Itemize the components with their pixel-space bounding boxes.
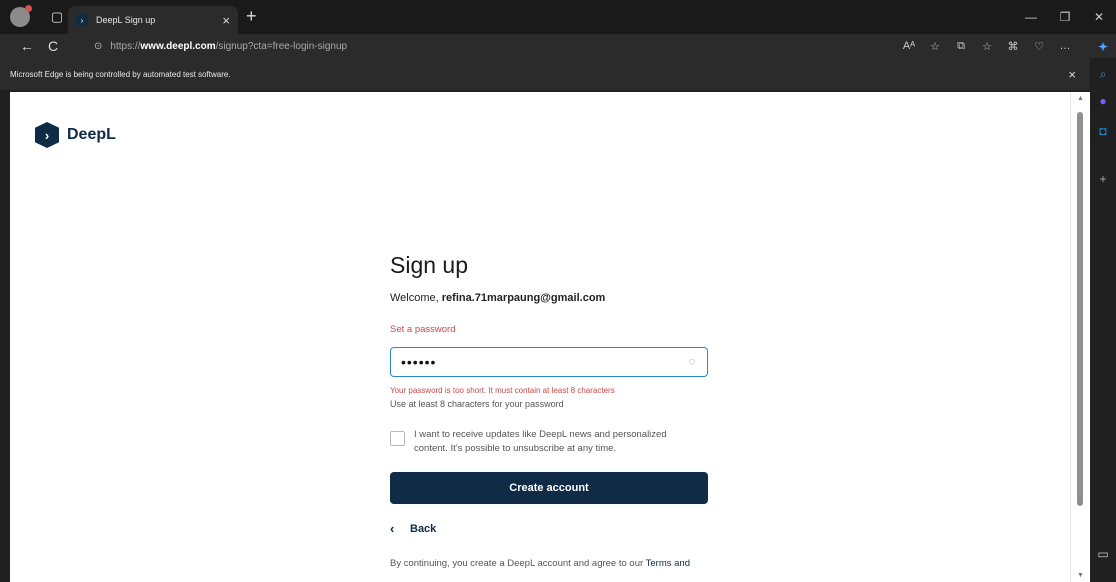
marketing-consent-row[interactable]: I want to receive updates like DeepL new… — [390, 428, 710, 456]
webpage: › DeepL Sign up Welcome, refina.71marpau… — [10, 92, 1070, 582]
restore-icon[interactable]: ❐ — [1048, 0, 1082, 34]
page-title: Sign up — [390, 252, 469, 278]
favorites-icon[interactable]: ☆ — [974, 40, 1000, 53]
tab-bar: ▢ › DeepL Sign up × + — ❐ ✕ — [0, 0, 1116, 34]
close-tab-icon[interactable]: × — [222, 13, 230, 28]
back-arrow-icon[interactable]: ← — [14, 34, 40, 58]
url-path: /signup?cta=free-login-signup — [215, 41, 348, 52]
address-bar[interactable]: ⊙ https://www.deepl.com/signup?cta=free-… — [84, 37, 926, 56]
refresh-icon[interactable]: C — [40, 34, 66, 58]
signup-form: Sign up Welcome, refina.71marpaung@gmail… — [390, 252, 710, 569]
welcome-message: Welcome, refina.71marpaung@gmail.com — [390, 292, 710, 304]
welcome-prefix: Welcome, — [390, 292, 439, 304]
sidebar-panel-icon[interactable]: ▭ — [1090, 543, 1116, 565]
back-label: Back — [410, 522, 437, 535]
browser-window: ▢ › DeepL Sign up × + — ❐ ✕ ← C ⊙ https:… — [0, 0, 1116, 582]
password-error: Your password is too short. It must cont… — [390, 386, 615, 395]
navigation-bar: ← C ⊙ https://www.deepl.com/signup?cta=f… — [0, 34, 1116, 58]
add-sidebar-item-icon[interactable]: + — [1090, 168, 1116, 190]
edge-sidebar: ✦ ⌕ ● ◘ + ▭ — [1090, 40, 1116, 582]
infobar-close-icon[interactable]: × — [1068, 67, 1076, 82]
back-link[interactable]: ‹ Back — [390, 521, 710, 536]
window-controls: — ❐ ✕ — [1014, 0, 1116, 34]
scroll-down-icon[interactable]: ▼ — [1077, 572, 1084, 579]
password-field[interactable]: •••••• ◌ — [390, 347, 708, 377]
outlook-icon[interactable]: ◘ — [1090, 120, 1116, 142]
browser-health-icon[interactable]: ♡ — [1026, 40, 1052, 53]
deepl-favicon-icon: › — [76, 14, 88, 26]
updates-checkbox[interactable] — [390, 431, 405, 446]
updates-checkbox-label[interactable]: I want to receive updates like DeepL new… — [414, 428, 699, 456]
tab-actions-icon[interactable]: ▢ — [46, 6, 68, 28]
sidebar-apps-icon[interactable]: ● — [1090, 90, 1116, 112]
brand-name: DeepL — [67, 126, 116, 143]
minimize-icon[interactable]: — — [1014, 0, 1048, 34]
deepl-logo-icon: › — [35, 122, 59, 148]
automation-infobar: Microsoft Edge is being controlled by au… — [0, 58, 1090, 90]
url-host: www.deepl.com — [140, 41, 216, 52]
profile-avatar[interactable] — [10, 5, 32, 27]
active-tab[interactable]: › DeepL Sign up × — [68, 6, 238, 34]
create-account-button[interactable]: Create account — [390, 472, 708, 504]
url-prefix: https:// — [110, 41, 141, 52]
sidebar-search-icon[interactable]: ⌕ — [1090, 63, 1116, 85]
terms-notice: By continuing, you create a DeepL accoun… — [390, 558, 710, 569]
infobar-message: Microsoft Edge is being controlled by au… — [10, 69, 231, 79]
vertical-scrollbar[interactable]: ▲ ▼ — [1070, 92, 1090, 582]
password-value: •••••• — [401, 354, 437, 370]
terms-prefix: By continuing, you create a DeepL accoun… — [390, 558, 644, 569]
collections-icon[interactable]: ⌘ — [1000, 40, 1026, 53]
new-tab-icon[interactable]: + — [246, 6, 257, 27]
site-info-icon[interactable]: ⊙ — [94, 41, 102, 52]
password-label: Set a password — [390, 324, 456, 335]
terms-link[interactable]: Terms and — [646, 558, 690, 569]
chevron-left-icon: ‹ — [390, 521, 395, 536]
user-email: refina.71marpaung@gmail.com — [441, 292, 606, 304]
read-aloud-icon[interactable]: Aᴬ — [896, 40, 922, 52]
url-text[interactable]: https://www.deepl.com/signup?cta=free-lo… — [110, 41, 347, 52]
tab-title: DeepL Sign up — [96, 15, 156, 25]
show-password-icon[interactable]: ◌ — [685, 355, 699, 369]
deepl-logo[interactable]: › DeepL — [35, 122, 116, 148]
scrollbar-thumb[interactable] — [1077, 112, 1083, 506]
more-menu-icon[interactable]: … — [1052, 40, 1078, 52]
scroll-up-icon[interactable]: ▲ — [1077, 95, 1084, 102]
copilot-icon[interactable]: ✦ — [1090, 36, 1116, 58]
favorite-star-icon[interactable]: ☆ — [922, 40, 948, 53]
browser-toolbar: Aᴬ ☆ ⧉ ☆ ⌘ ♡ … — [896, 34, 1078, 58]
window-close-icon[interactable]: ✕ — [1082, 0, 1116, 34]
password-hint: Use at least 8 characters for your passw… — [390, 399, 564, 409]
split-screen-icon[interactable]: ⧉ — [948, 40, 974, 53]
